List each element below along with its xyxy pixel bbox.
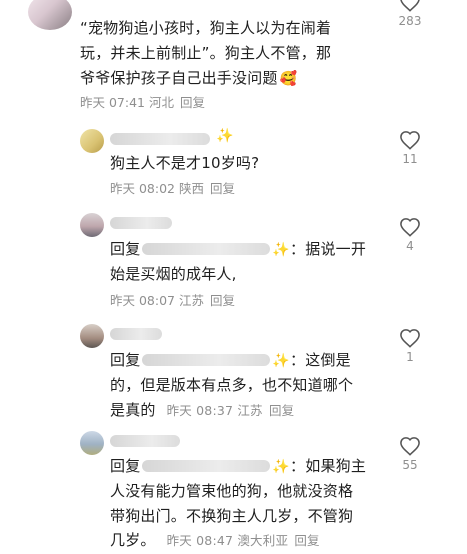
like-button[interactable]: 1 [390,328,430,364]
timestamp-location: 昨天 08:37 江苏 [166,403,263,418]
comment-line: 的，但是版本有点多，也不知道哪个 [110,376,354,394]
reply-button[interactable]: 回复 [180,95,205,110]
comment-line-with-emoji: 爷爷保护孩子自己出手没问题 🥰 [80,66,297,92]
comment-line: 狗主人不是才10岁吗? [110,154,260,172]
comment-line: 玩，并未上前制止”。狗主人不管，那 [80,44,332,62]
comment-line-with-meta: 是真的 昨天 08:37 江苏 回复 [110,398,294,423]
heart-outline-icon[interactable] [399,0,421,12]
heart-outline-icon[interactable] [399,217,421,237]
avatar[interactable] [80,324,104,348]
comment-meta: 昨天 08:47 澳大利亚 回复 [167,533,320,548]
mention-blurred[interactable] [142,243,271,255]
username-blurred[interactable] [110,328,162,340]
like-count: 11 [402,152,418,166]
comment-meta: 昨天 08:02 陕西 回复 [110,178,235,197]
like-count: 1 [406,350,414,364]
like-count: 283 [398,14,422,28]
timestamp-location: 昨天 08:02 陕西 [110,181,204,196]
avatar[interactable] [80,431,104,455]
sparkle-icon: ✨ [272,242,291,258]
sparkle-icon: ✨ [272,459,291,475]
avatar[interactable] [80,213,104,237]
reply-button[interactable]: 回复 [294,533,319,548]
mention-blurred[interactable] [142,460,271,472]
reply-prefix: 回复 [110,351,141,369]
reply-button[interactable]: 回复 [210,181,235,196]
heart-outline-icon[interactable] [399,130,421,150]
like-button[interactable]: 11 [390,130,430,166]
comment-line-with-meta: 几岁。 昨天 08:47 澳大利亚 回复 [110,528,320,553]
comment-line: 带狗出门。不换狗主人几岁，不管狗 [110,507,354,525]
comment-line: 始是买烟的成年人, [110,265,237,283]
comment-meta: 昨天 08:07 江苏 回复 [110,290,235,309]
username-blurred[interactable] [110,435,180,447]
emoji-icon: 🥰 [279,71,298,87]
mention-blurred[interactable] [142,354,271,366]
like-count: 4 [406,239,414,253]
reply-button[interactable]: 回复 [210,293,235,308]
timestamp-location: 昨天 08:47 澳大利亚 [166,533,289,548]
comment-line: 人没有能力管束他的狗，他就没资格 [110,482,354,500]
comment-line: “宠物狗追小孩时，狗主人以为在闹着 [80,19,332,37]
timestamp-location: 昨天 08:07 江苏 [110,293,204,308]
comment-line-text: 爷爷保护孩子自己出手没问题 [80,69,278,87]
reply-button[interactable]: 回复 [269,403,294,418]
username-blurred[interactable] [110,133,210,145]
comment-meta: 昨天 08:37 江苏 回复 [167,403,295,418]
comment-thread: “宠物狗追小孩时，狗主人以为在闹着 玩，并未上前制止”。狗主人不管，那 爷爷保护… [0,0,467,554]
like-button[interactable]: 4 [390,217,430,253]
sparkle-icon: ✨ [272,353,291,369]
comment-meta: 昨天 07:41 河北 回复 [80,92,205,111]
timestamp-location: 昨天 07:41 河北 [80,95,174,110]
reply-line: 回复 ✨：这倒是 [110,348,351,374]
avatar[interactable] [28,0,72,30]
like-button[interactable]: 55 [390,436,430,472]
like-button[interactable]: 283 [390,0,430,28]
reply-line: 回复 ✨：据说一开 [110,237,366,263]
avatar[interactable] [80,129,104,153]
reply-prefix: 回复 [110,457,141,475]
reply-text: ：据说一开 [290,240,367,258]
reply-text: ：如果狗主 [290,457,367,475]
heart-outline-icon[interactable] [399,328,421,348]
sparkle-icon: ✨ [216,128,234,144]
reply-text: ：这倒是 [290,351,351,369]
reply-prefix: 回复 [110,240,141,258]
username-blurred[interactable] [110,217,172,229]
like-count: 55 [402,458,418,472]
reply-line: 回复 ✨：如果狗主 [110,454,366,480]
heart-outline-icon[interactable] [399,436,421,456]
comment-line-text: 几岁。 [110,531,156,549]
comment-line-text: 是真的 [110,401,156,419]
